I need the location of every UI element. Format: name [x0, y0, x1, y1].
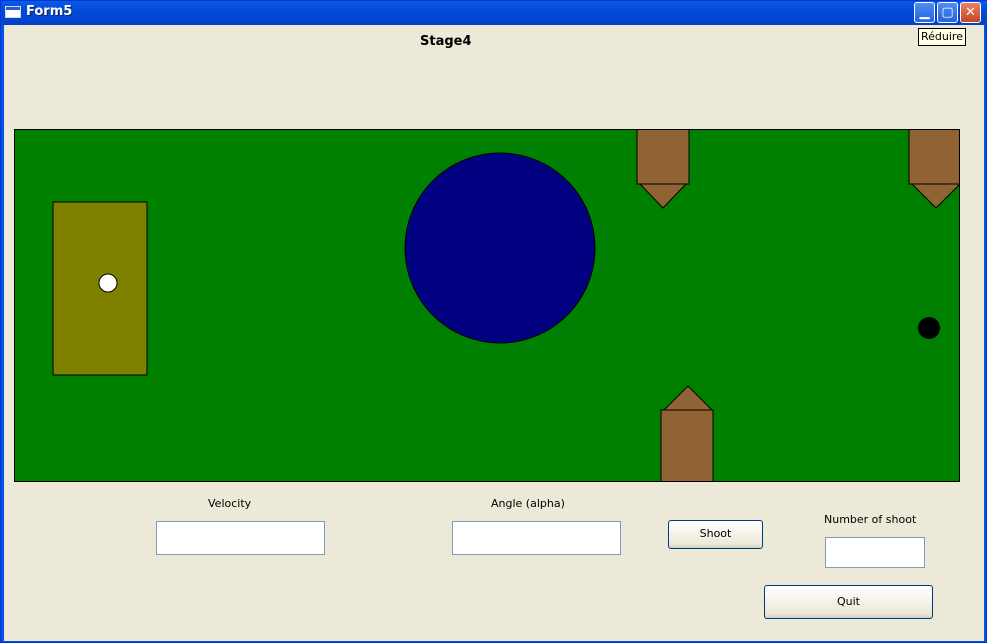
bottom-block [660, 385, 714, 481]
angle-label: Angle (alpha) [491, 497, 565, 510]
game-field[interactable] [14, 129, 960, 482]
stage-title: Stage4 [420, 34, 472, 49]
target-hole [918, 317, 940, 339]
velocity-label: Velocity [208, 497, 252, 510]
quit-button[interactable]: Quit [764, 585, 933, 619]
top-block-2 [908, 130, 959, 209]
app-window: Form5 ▁ ▢ ✕ Réduire Stage4 Velocity Angl… [0, 0, 987, 643]
shots-label: Number of shoot [824, 513, 917, 526]
minimize-tooltip: Réduire [918, 28, 966, 46]
maximize-icon: ▢ [941, 5, 954, 20]
angle-input[interactable] [452, 521, 621, 555]
minimize-icon: ▁ [919, 5, 930, 20]
launch-zone [52, 201, 148, 376]
obstacle-circle [404, 152, 596, 344]
velocity-input[interactable] [156, 521, 325, 555]
game-field-canvas [52, 130, 959, 481]
title-bar[interactable]: Form5 ▁ ▢ ✕ [1, 1, 987, 25]
window-icon [5, 6, 21, 18]
close-button[interactable]: ✕ [960, 2, 981, 23]
maximize-button[interactable]: ▢ [937, 2, 958, 23]
close-icon: ✕ [965, 5, 976, 20]
window-title: Form5 [26, 4, 73, 19]
form-client-area: Stage4 Velocity Angle (alpha) Shoot Numb… [4, 25, 984, 641]
shoot-button[interactable]: Shoot [668, 520, 763, 549]
top-block-1 [636, 130, 690, 209]
minimize-button[interactable]: ▁ [914, 2, 935, 23]
shots-count-field[interactable] [825, 537, 925, 568]
player-ball[interactable] [98, 273, 118, 293]
